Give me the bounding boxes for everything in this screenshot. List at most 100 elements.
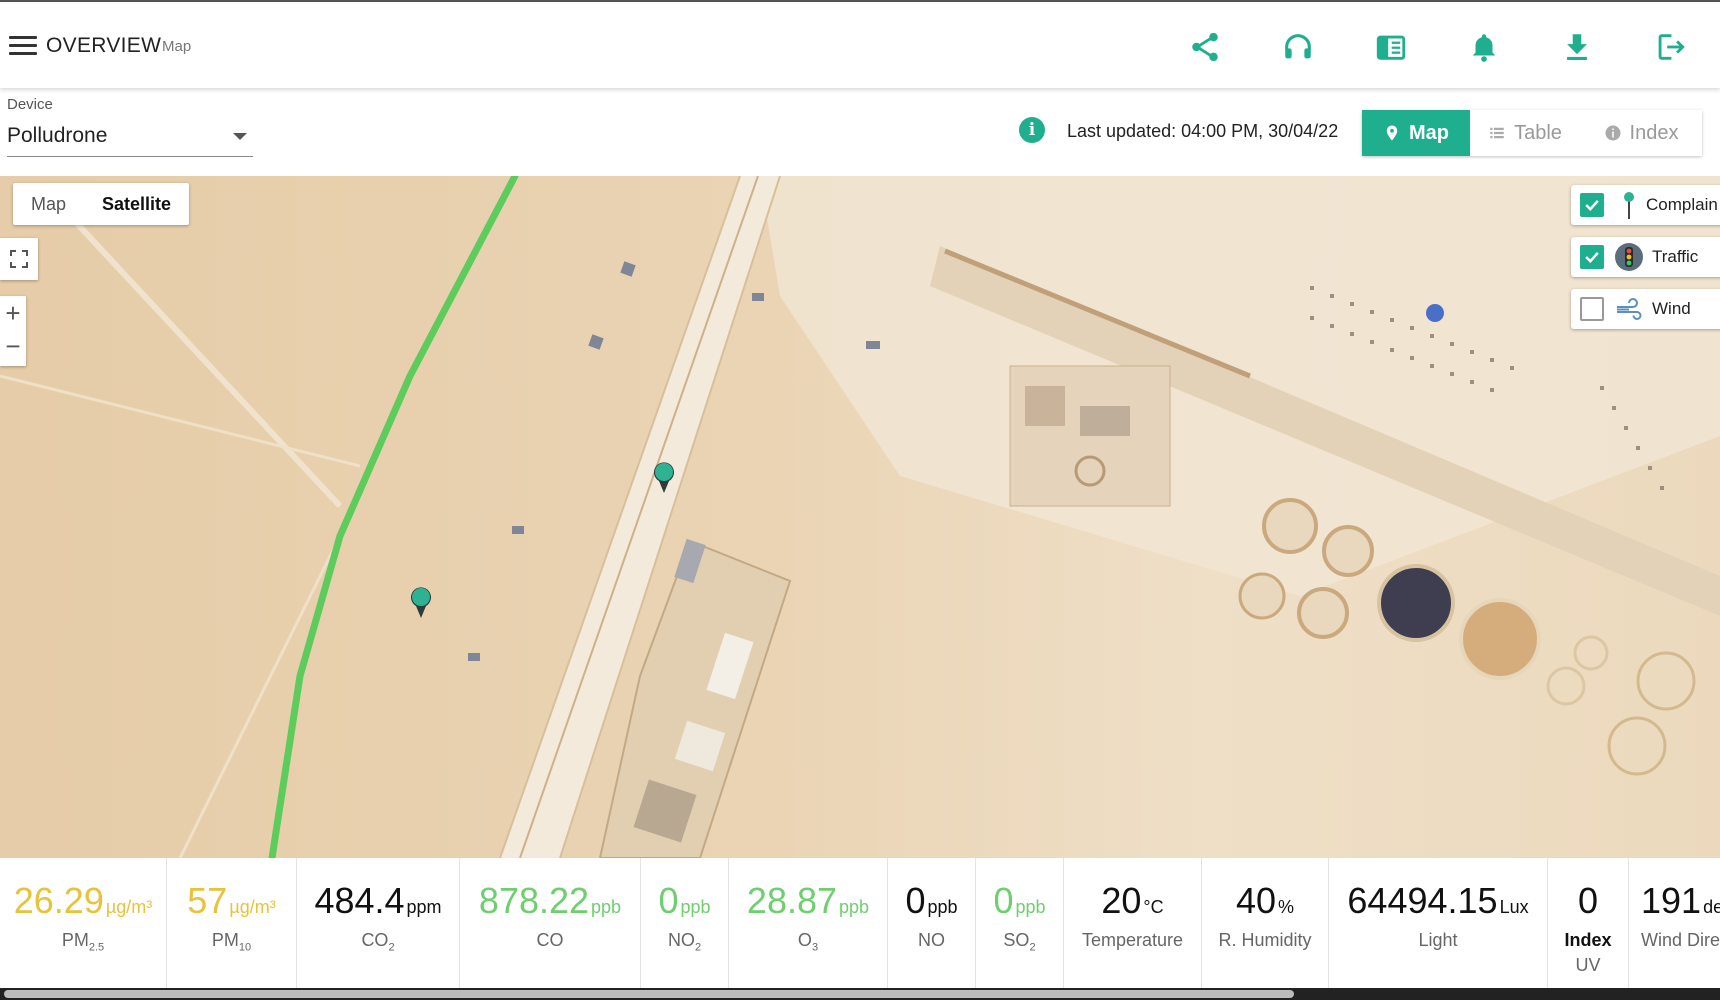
stat-value: 191: [1641, 880, 1702, 921]
stat-no2: 0 ppb NO2: [641, 858, 729, 988]
stat-pm10: 57 µg/m³ PM10: [167, 858, 297, 988]
stat-label: NO: [918, 930, 945, 950]
stat-temperature: 20 °C Temperature: [1064, 858, 1202, 988]
page-title: OVERVIEW: [46, 34, 162, 57]
device-select[interactable]: Polludrone: [7, 118, 253, 157]
stat-value: 0: [658, 880, 679, 921]
fullscreen-button[interactable]: [0, 238, 38, 280]
device-selected-value: Polludrone: [7, 124, 108, 147]
layer-toggle-complain[interactable]: Complain: [1571, 185, 1720, 225]
stat-label: O: [797, 930, 812, 950]
satellite-imagery: [0, 176, 1720, 858]
traffic-light-icon: [1615, 243, 1643, 271]
zoom-control: + −: [0, 296, 26, 366]
stat-pm25: 26.29 µg/m³ PM2.5: [0, 858, 167, 988]
stat-label: PM: [61, 930, 89, 950]
reader-icon[interactable]: [1374, 30, 1408, 64]
zoom-in-button[interactable]: +: [0, 296, 26, 331]
stat-so2: 0 ppb SO2: [976, 858, 1064, 988]
stat-value: 20: [1101, 880, 1142, 921]
logout-icon[interactable]: [1653, 30, 1687, 64]
stat-unit: ppb: [839, 897, 870, 917]
stat-label-subscript: 2: [388, 941, 395, 954]
stat-co: 878.22 ppb CO: [460, 858, 641, 988]
stat-label-subscript: 10: [238, 941, 252, 954]
horizontal-scrollbar[interactable]: [0, 988, 1720, 1000]
stat-o3: 28.87 ppb O3: [729, 858, 888, 988]
chevron-down-icon: [233, 133, 247, 140]
headset-icon[interactable]: [1281, 30, 1315, 64]
wind-label: Wind: [1652, 299, 1691, 318]
stat-humidity: 40% R. Humidity: [1202, 858, 1329, 988]
fullscreen-icon: [10, 250, 28, 268]
traffic-checkbox[interactable]: [1580, 245, 1604, 269]
wind-checkbox[interactable]: [1580, 297, 1604, 321]
tab-table[interactable]: Table: [1470, 110, 1580, 156]
stat-no: 0 ppb NO: [888, 858, 976, 988]
stat-label: Wind Direc: [1641, 930, 1720, 950]
stat-uv-index: 0 Index UV: [1548, 858, 1629, 988]
stat-label: PM: [211, 930, 239, 950]
share-icon[interactable]: [1188, 30, 1222, 64]
stat-unit: ppb: [680, 897, 711, 917]
stat-value: 57: [187, 880, 228, 921]
stat-label-subscript: 3: [811, 941, 819, 954]
stat-label: Index: [1564, 930, 1612, 950]
stat-label: Light: [1418, 930, 1458, 950]
stat-unit: %: [1278, 897, 1295, 917]
stat-co2: 484.4 ppm CO2: [297, 858, 460, 988]
tab-map[interactable]: Map: [1362, 110, 1470, 156]
map-type-map-button[interactable]: Map: [13, 183, 84, 225]
stat-label-subscript: 2: [1029, 941, 1036, 954]
stat-label: Temperature: [1081, 930, 1184, 950]
page-subtitle: Map: [162, 38, 192, 55]
stat-value: 0: [1577, 880, 1599, 921]
stat-label: R. Humidity: [1218, 930, 1312, 950]
zoom-out-button[interactable]: −: [0, 331, 26, 366]
map-type-satellite-button[interactable]: Satellite: [84, 183, 189, 225]
stat-unit: °C: [1143, 897, 1164, 917]
device-label: Device: [7, 96, 53, 113]
stat-label: NO: [667, 930, 695, 950]
stat-unit: µg/m³: [105, 897, 153, 917]
list-icon: [1490, 127, 1504, 139]
device-marker[interactable]: [409, 586, 433, 620]
stat-label-subscript: 2.5: [88, 941, 105, 954]
stat-value: 40: [1235, 880, 1277, 921]
stat-unit: µg/m³: [229, 897, 276, 917]
hamburger-menu-icon[interactable]: [9, 36, 37, 56]
scrollbar-thumb[interactable]: [4, 990, 1294, 998]
stat-value: 878.22: [478, 880, 590, 921]
stat-label: SO: [1003, 930, 1030, 950]
info-circle-icon: [1605, 125, 1621, 141]
tab-table-label: Table: [1514, 121, 1562, 144]
stat-unit: Lux: [1499, 897, 1529, 917]
pollutant-stats-bar: 26.29 µg/m³ PM2.5 57 µg/m³ PM10 484.4 ppm C…: [0, 858, 1720, 988]
stat-label: CO: [536, 930, 564, 950]
stat-wind-direction: 191de Wind Direc: [1629, 858, 1720, 988]
map-pin-icon: [1386, 125, 1398, 141]
pin-icon: [1624, 192, 1634, 219]
stat-value: 0: [993, 880, 1014, 921]
bell-icon[interactable]: [1467, 30, 1501, 64]
tab-index[interactable]: Index: [1580, 110, 1702, 156]
complain-label: Complain: [1646, 195, 1718, 214]
stat-value: 484.4: [314, 880, 405, 921]
tab-map-label: Map: [1409, 121, 1449, 144]
stat-unit: ppb: [927, 897, 958, 917]
stat-unit: ppm: [406, 897, 442, 917]
satellite-map[interactable]: [0, 176, 1720, 858]
download-icon[interactable]: [1560, 30, 1594, 64]
stat-value: 28.87: [746, 880, 838, 921]
stat-value: 26.29: [13, 880, 104, 921]
info-icon[interactable]: i: [1019, 117, 1045, 143]
layer-toggle-wind[interactable]: Wind: [1571, 289, 1720, 329]
layer-toggle-traffic[interactable]: Traffic: [1571, 237, 1720, 277]
map-type-toggle: Map Satellite: [13, 183, 190, 225]
stat-label-subscript: 2: [694, 941, 702, 954]
stat-unit: de: [1703, 897, 1720, 917]
stat-value: 0: [905, 880, 926, 921]
complain-checkbox[interactable]: [1580, 193, 1604, 217]
stat-unit: ppb: [1015, 897, 1046, 917]
device-marker[interactable]: [652, 461, 676, 495]
